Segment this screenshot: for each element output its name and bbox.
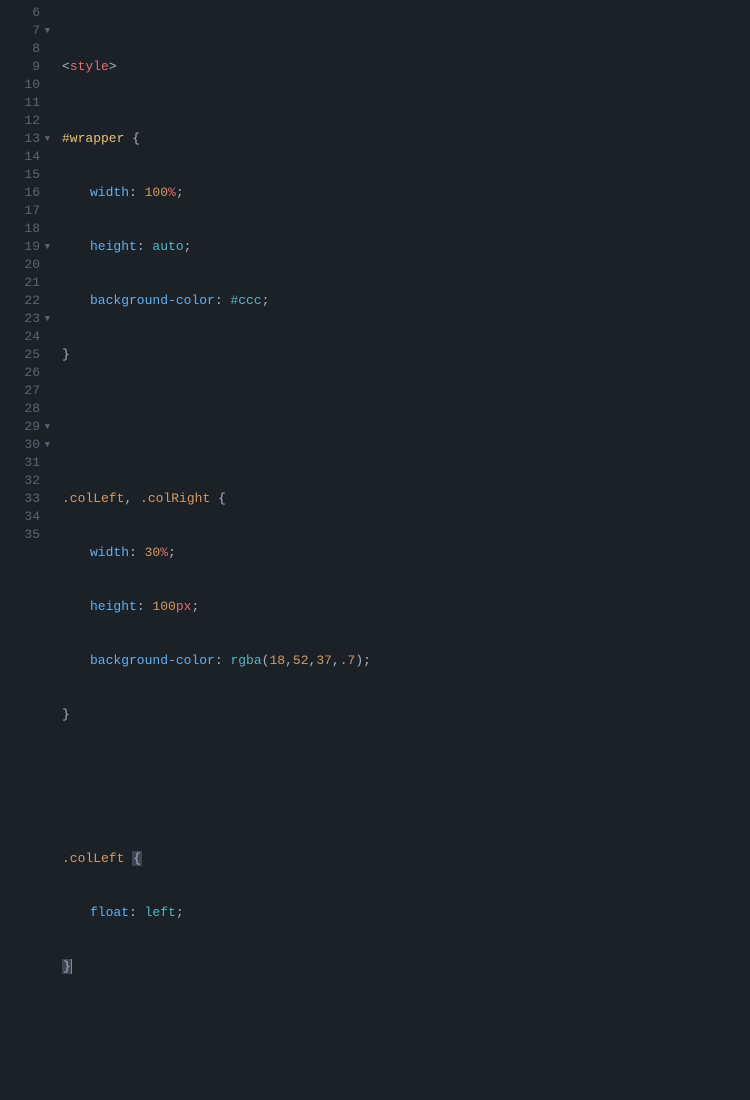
line-number: 14 [0, 148, 40, 166]
line-number: 33 [0, 490, 40, 508]
code-line: float: left; [62, 904, 750, 922]
line-number: 17 [0, 202, 40, 220]
line-number: 16 [0, 184, 40, 202]
line-number: 9 [0, 58, 40, 76]
fold-toggle-icon[interactable]: ▼ [45, 130, 50, 148]
line-number: 29▼ [0, 418, 40, 436]
line-number: 22 [0, 292, 40, 310]
fold-toggle-icon[interactable]: ▼ [45, 238, 50, 256]
line-number: 8 [0, 40, 40, 58]
code-line: #wrapper { [62, 130, 750, 148]
line-number: 7▼ [0, 22, 40, 40]
code-line [62, 778, 750, 796]
code-line: background-color: rgba(18,52,37,.7); [62, 652, 750, 670]
code-line: .colLeft, .colRight { [62, 490, 750, 508]
line-number: 21 [0, 274, 40, 292]
line-number: 26 [0, 364, 40, 382]
line-number: 30▼ [0, 436, 40, 454]
code-line: <style> [62, 58, 750, 76]
fold-toggle-icon[interactable]: ▼ [45, 22, 50, 40]
line-number: 27 [0, 382, 40, 400]
line-number: 31 [0, 454, 40, 472]
line-number: 6 [0, 4, 40, 22]
line-number: 10 [0, 76, 40, 94]
line-number-gutter: 67▼8910111213▼141516171819▼20212223▼2425… [0, 0, 48, 550]
line-number: 24 [0, 328, 40, 346]
line-number: 28 [0, 400, 40, 418]
text-cursor [71, 959, 72, 974]
line-number: 20 [0, 256, 40, 274]
line-number: 32 [0, 472, 40, 490]
line-number: 12 [0, 112, 40, 130]
code-line [62, 418, 750, 436]
code-line [62, 1030, 750, 1048]
line-number: 25 [0, 346, 40, 364]
fold-toggle-icon[interactable]: ▼ [45, 436, 50, 454]
code-line: } [62, 958, 750, 976]
code-line: width: 100%; [62, 184, 750, 202]
line-number: 35 [0, 526, 40, 544]
code-line: width: 30%; [62, 544, 750, 562]
line-number: 18 [0, 220, 40, 238]
line-number: 34 [0, 508, 40, 526]
fold-toggle-icon[interactable]: ▼ [45, 418, 50, 436]
code-line: } [62, 346, 750, 364]
line-number: 11 [0, 94, 40, 112]
code-area[interactable]: <style> #wrapper { width: 100%; height: … [48, 0, 750, 550]
line-number: 15 [0, 166, 40, 184]
fold-toggle-icon[interactable]: ▼ [45, 310, 50, 328]
code-line: .colLeft { [62, 850, 750, 868]
matching-brace-highlight: { [132, 851, 142, 866]
code-editor[interactable]: 67▼8910111213▼141516171819▼20212223▼2425… [0, 0, 750, 550]
line-number: 23▼ [0, 310, 40, 328]
code-line: } [62, 706, 750, 724]
code-line: background-color: #ccc; [62, 292, 750, 310]
code-line: height: 100px; [62, 598, 750, 616]
code-line: height: auto; [62, 238, 750, 256]
line-number: 13▼ [0, 130, 40, 148]
line-number: 19▼ [0, 238, 40, 256]
